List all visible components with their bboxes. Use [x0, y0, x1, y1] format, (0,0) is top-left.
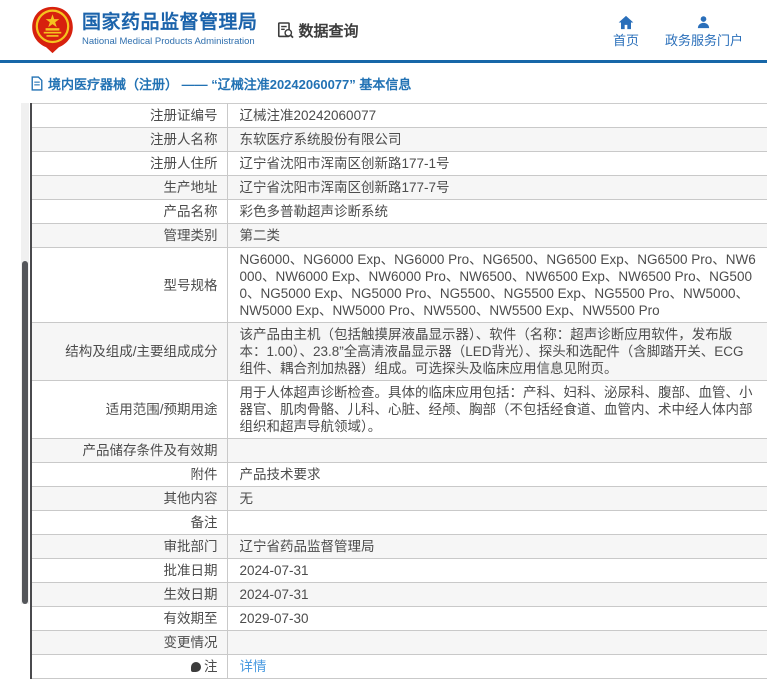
field-label: 管理类别 [31, 224, 227, 248]
field-value: 第二类 [227, 224, 767, 248]
field-value [227, 439, 767, 463]
table-row: 注册证编号辽械注准20242060077 [31, 104, 767, 128]
field-value: 彩色多普勒超声诊断系统 [227, 200, 767, 224]
table-row: 结构及组成/主要组成成分该产品由主机（包括触摸屏液晶显示器）、软件（名称：超声诊… [31, 323, 767, 381]
field-value: 辽宁省药品监督管理局 [227, 535, 767, 559]
field-label: 有效期至 [31, 607, 227, 631]
field-label: 其他内容 [31, 487, 227, 511]
nav-home[interactable]: 首页 [613, 15, 639, 50]
site-subtitle: National Medical Products Administration [82, 36, 258, 48]
field-value: 用于人体超声诊断检查。具体的临床应用包括：产科、妇科、泌尿科、腹部、血管、小器官… [227, 381, 767, 439]
app-header: 国家药品监督管理局 National Medical Products Admi… [0, 0, 767, 63]
table-row: 适用范围/预期用途用于人体超声诊断检查。具体的临床应用包括：产科、妇科、泌尿科、… [31, 381, 767, 439]
field-value: 2024-07-31 [227, 583, 767, 607]
field-value: 无 [227, 487, 767, 511]
field-label: 备注 [31, 511, 227, 535]
data-query-icon [276, 21, 295, 40]
table-row: 注册人名称东软医疗系统股份有限公司 [31, 128, 767, 152]
field-value: 东软医疗系统股份有限公司 [227, 128, 767, 152]
table-row: 管理类别第二类 [31, 224, 767, 248]
user-icon [696, 15, 711, 30]
note-balloon-icon [191, 662, 201, 672]
table-row: 其他内容无 [31, 487, 767, 511]
field-value: 辽宁省沈阳市浑南区创新路177-7号 [227, 176, 767, 200]
field-value: 该产品由主机（包括触摸屏液晶显示器）、软件（名称：超声诊断应用软件，发布版本：1… [227, 323, 767, 381]
field-label: 生产地址 [31, 176, 227, 200]
field-label: 注册人名称 [31, 128, 227, 152]
field-label: 注册人住所 [31, 152, 227, 176]
table-row: 生产地址辽宁省沈阳市浑南区创新路177-7号 [31, 176, 767, 200]
detail-link[interactable]: 详情 [240, 659, 267, 674]
field-label: 结构及组成/主要组成成分 [31, 323, 227, 381]
table-row: 审批部门辽宁省药品监督管理局 [31, 535, 767, 559]
site-titles: 国家药品监督管理局 National Medical Products Admi… [82, 12, 258, 48]
nav-home-label: 首页 [613, 32, 639, 50]
field-label: 产品储存条件及有效期 [31, 439, 227, 463]
nav-portal[interactable]: 政务服务门户 [665, 15, 743, 50]
field-label: 变更情况 [31, 631, 227, 655]
logo-area: 国家药品监督管理局 National Medical Products Admi… [30, 6, 258, 54]
info-table: 注册证编号辽械注准20242060077注册人名称东软医疗系统股份有限公司注册人… [30, 103, 767, 679]
document-icon [30, 76, 44, 91]
breadcrumb: 境内医疗器械（注册） —— “辽械注准20242060077” 基本信息 [0, 63, 767, 95]
table-row: 变更情况 [31, 631, 767, 655]
info-table-body: 注册证编号辽械注准20242060077注册人名称东软医疗系统股份有限公司注册人… [31, 104, 767, 679]
breadcrumb-text: 境内医疗器械（注册） —— “辽械注准20242060077” 基本信息 [48, 74, 411, 93]
field-value: NG6000、NG6000 Exp、NG6000 Pro、NG6500、NG65… [227, 248, 767, 323]
table-row: 产品名称彩色多普勒超声诊断系统 [31, 200, 767, 224]
table-row: 备注 [31, 511, 767, 535]
table-row: 有效期至2029-07-30 [31, 607, 767, 631]
field-label: 适用范围/预期用途 [31, 381, 227, 439]
field-label: 注 [31, 655, 227, 679]
table-row: 注详情 [31, 655, 767, 679]
scrollbar-thumb[interactable] [22, 261, 28, 604]
field-value: 2029-07-30 [227, 607, 767, 631]
nav-portal-label: 政务服务门户 [665, 32, 743, 50]
field-value: 产品技术要求 [227, 463, 767, 487]
field-label: 审批部门 [31, 535, 227, 559]
table-row: 批准日期2024-07-31 [31, 559, 767, 583]
data-query-nav[interactable]: 数据查询 [276, 20, 359, 41]
table-wrap: 注册证编号辽械注准20242060077注册人名称东软医疗系统股份有限公司注册人… [30, 103, 767, 679]
table-row: 生效日期2024-07-31 [31, 583, 767, 607]
field-label: 型号规格 [31, 248, 227, 323]
table-row: 注册人住所辽宁省沈阳市浑南区创新路177-1号 [31, 152, 767, 176]
page: 国家药品监督管理局 National Medical Products Admi… [0, 0, 767, 622]
table-row: 型号规格NG6000、NG6000 Exp、NG6000 Pro、NG6500、… [31, 248, 767, 323]
field-value: 辽宁省沈阳市浑南区创新路177-1号 [227, 152, 767, 176]
top-nav: 首页 政务服务门户 [613, 11, 743, 50]
table-row: 附件产品技术要求 [31, 463, 767, 487]
field-value [227, 511, 767, 535]
field-value: 辽械注准20242060077 [227, 104, 767, 128]
site-title: 国家药品监督管理局 [82, 12, 258, 34]
field-value: 2024-07-31 [227, 559, 767, 583]
vertical-scrollbar[interactable] [21, 103, 29, 604]
field-label: 产品名称 [31, 200, 227, 224]
data-query-label: 数据查询 [299, 20, 359, 41]
table-row: 产品储存条件及有效期 [31, 439, 767, 463]
field-label: 注册证编号 [31, 104, 227, 128]
field-label: 批准日期 [31, 559, 227, 583]
field-value [227, 631, 767, 655]
field-value: 详情 [227, 655, 767, 679]
home-icon [618, 15, 634, 30]
field-label: 生效日期 [31, 583, 227, 607]
nmpa-emblem-logo [30, 6, 75, 54]
field-label: 附件 [31, 463, 227, 487]
